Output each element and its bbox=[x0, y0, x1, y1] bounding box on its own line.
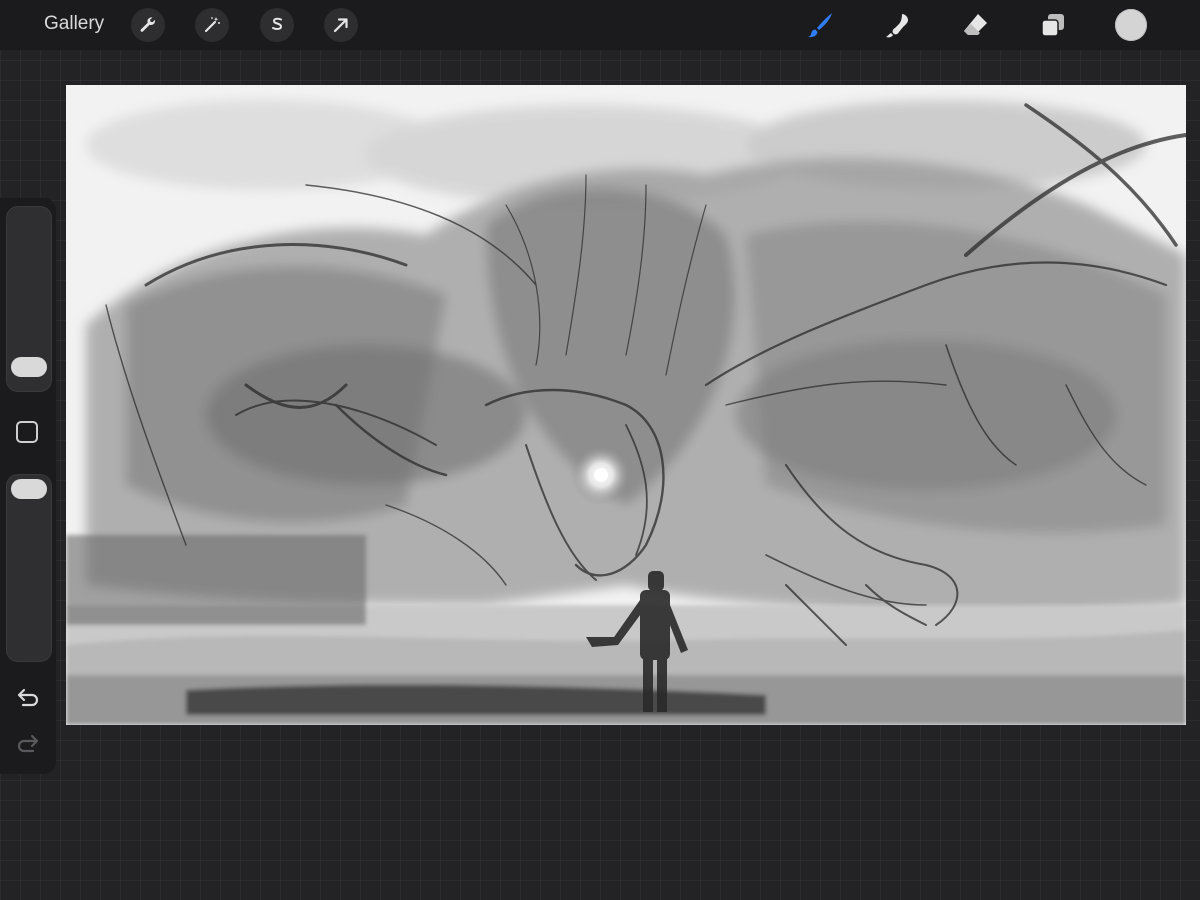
actions-wrench-button[interactable] bbox=[131, 8, 165, 42]
eraser-icon bbox=[964, 14, 987, 35]
artwork-sketch bbox=[66, 85, 1186, 725]
smudge-icon bbox=[886, 14, 908, 38]
selection-button[interactable] bbox=[260, 8, 294, 42]
brush-size-slider[interactable] bbox=[6, 206, 52, 392]
drawing-canvas[interactable] bbox=[66, 85, 1186, 725]
smudge-tool-button[interactable] bbox=[877, 6, 917, 44]
redo-button[interactable] bbox=[14, 730, 42, 758]
selection-s-icon bbox=[272, 17, 283, 30]
eraser-tool-button[interactable] bbox=[955, 6, 995, 44]
undo-button[interactable] bbox=[14, 684, 42, 712]
brush-icon bbox=[808, 13, 832, 38]
adjustments-button[interactable] bbox=[195, 8, 229, 42]
transform-arrow-icon bbox=[333, 18, 348, 33]
gallery-button[interactable]: Gallery bbox=[44, 13, 104, 35]
wrench-icon bbox=[140, 17, 156, 32]
transform-button[interactable] bbox=[324, 8, 358, 42]
opacity-slider[interactable] bbox=[6, 474, 52, 662]
left-sidebar bbox=[0, 198, 56, 774]
brush-tool-button[interactable] bbox=[800, 6, 840, 44]
magic-wand-icon bbox=[204, 17, 220, 33]
layers-icon bbox=[1041, 14, 1064, 37]
redo-icon bbox=[17, 734, 39, 753]
brush-size-thumb[interactable] bbox=[11, 357, 47, 377]
top-toolbar: Gallery bbox=[0, 0, 1200, 50]
layers-button[interactable] bbox=[1033, 6, 1073, 44]
color-picker-swatch[interactable] bbox=[1115, 9, 1147, 41]
undo-icon bbox=[17, 688, 39, 707]
modify-button[interactable] bbox=[16, 421, 38, 443]
opacity-thumb[interactable] bbox=[11, 479, 47, 499]
